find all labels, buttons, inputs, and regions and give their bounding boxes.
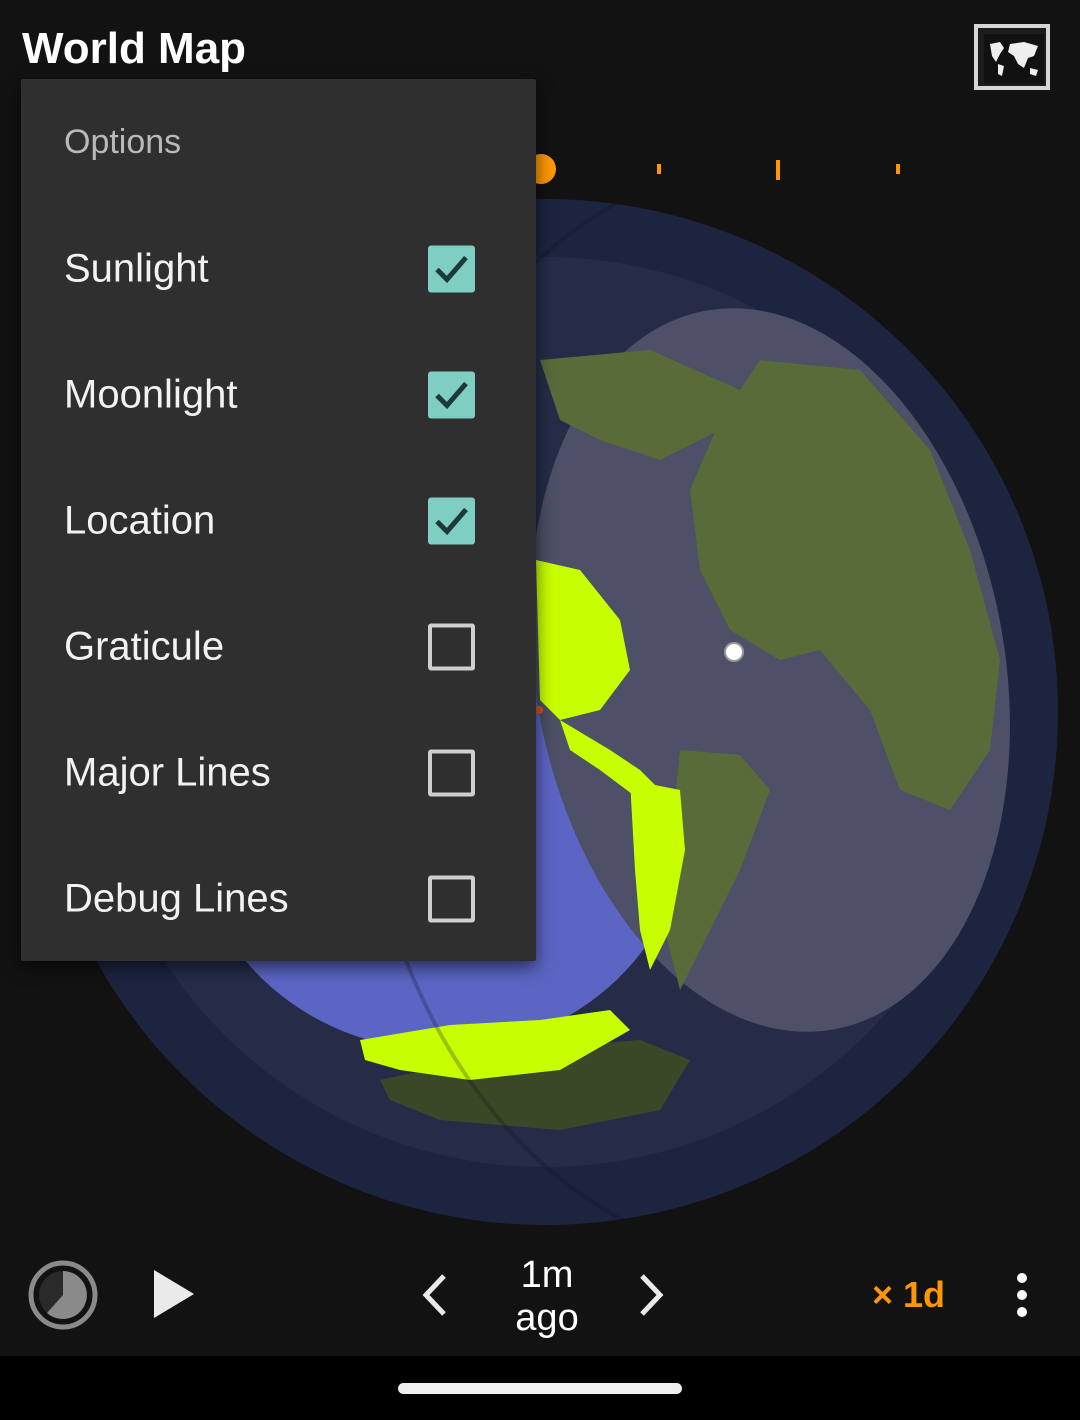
more-vert-icon — [1017, 1273, 1027, 1317]
options-menu-header: Options — [64, 123, 182, 161]
play-button[interactable] — [150, 1268, 196, 1325]
options-menu: Options Sunlight Moonlight Location Grat… — [21, 79, 536, 961]
world-map-icon — [984, 34, 1044, 84]
option-label: Location — [64, 498, 216, 543]
option-label: Graticule — [64, 624, 225, 669]
checkbox-checked[interactable] — [428, 371, 475, 419]
home-gesture-pill[interactable] — [398, 1383, 682, 1394]
checkbox-unchecked[interactable] — [428, 875, 475, 923]
chevron-left-icon — [422, 1274, 446, 1316]
clock-icon — [28, 1260, 98, 1330]
option-moonlight[interactable]: Moonlight — [21, 332, 536, 458]
check-icon — [435, 255, 468, 284]
timeline-tick — [776, 160, 780, 180]
time-offset-suffix: ago — [515, 1297, 579, 1339]
option-label: Debug Lines — [64, 876, 289, 921]
option-debug-lines[interactable]: Debug Lines — [21, 836, 536, 962]
option-location[interactable]: Location — [21, 458, 536, 584]
option-sunlight[interactable]: Sunlight — [21, 206, 536, 332]
map-mode-button[interactable] — [974, 24, 1050, 90]
time-offset-value: 1m — [520, 1254, 574, 1296]
play-icon — [154, 1270, 194, 1318]
bottom-controls: 1m ago × 1d — [0, 1240, 1080, 1356]
next-button[interactable] — [636, 1273, 666, 1322]
chevron-right-icon — [640, 1274, 664, 1316]
checkbox-unchecked[interactable] — [428, 749, 475, 797]
location-marker — [535, 706, 543, 714]
checkbox-checked[interactable] — [428, 497, 475, 545]
option-label: Sunlight — [64, 246, 209, 291]
option-graticule[interactable]: Graticule — [21, 584, 536, 710]
system-nav-bar — [0, 1356, 1080, 1420]
checkbox-unchecked[interactable] — [428, 623, 475, 671]
timeline-tick — [657, 164, 661, 174]
previous-button[interactable] — [420, 1273, 450, 1322]
check-icon — [435, 507, 468, 536]
timeline-tick — [896, 164, 900, 174]
option-label: Moonlight — [64, 372, 238, 417]
more-options-button[interactable] — [1010, 1272, 1034, 1323]
moon-marker — [724, 642, 744, 662]
option-label: Major Lines — [64, 750, 271, 795]
time-offset-label[interactable]: 1m ago — [480, 1254, 614, 1340]
speed-multiplier[interactable]: × 1d — [872, 1274, 945, 1316]
check-icon — [435, 381, 468, 410]
page-title: World Map — [22, 24, 247, 73]
reset-time-button[interactable] — [27, 1259, 99, 1331]
option-major-lines[interactable]: Major Lines — [21, 710, 536, 836]
checkbox-checked[interactable] — [428, 245, 475, 293]
